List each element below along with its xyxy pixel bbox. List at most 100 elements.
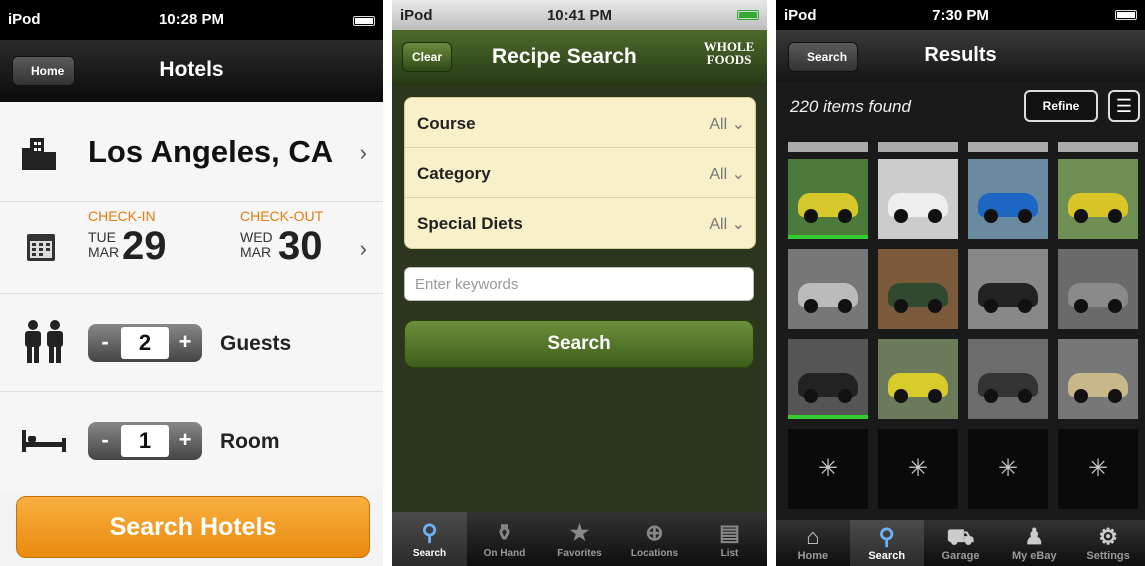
result-thumbnail[interactable] [788, 339, 868, 419]
loading-spinner-icon: ✳ [878, 429, 958, 509]
tab-settings[interactable]: ⚙ Settings [1071, 520, 1145, 566]
gear-icon: ⚙ [1098, 524, 1118, 549]
filter-course[interactable]: Course All ⌄ [405, 98, 755, 148]
car-photo [888, 373, 948, 403]
hotels-screen: iPod 10:28 PM Home Hotels Los Angeles, C… [0, 0, 383, 566]
car-photo [798, 193, 858, 223]
guests-row: - 2 + Guests [0, 294, 383, 392]
status-time: 10:28 PM [158, 11, 225, 28]
tab-bar: ⌂ Home ⚲ Search ⛟ Garage ♟ My eBay ⚙ Settings [776, 520, 1145, 566]
guests-stepper[interactable]: - 2 + [88, 324, 202, 362]
nav-bar: Clear Recipe Search WHOLE FOODS [392, 30, 767, 86]
location-row[interactable]: Los Angeles, CA › [0, 102, 383, 202]
car-photo [978, 193, 1038, 223]
car-icon: ⛟ [946, 524, 975, 549]
result-thumbnail[interactable] [968, 159, 1048, 239]
result-thumbnail[interactable] [1058, 249, 1138, 329]
guests-minus-button[interactable]: - [93, 330, 117, 356]
tab-locations[interactable]: ⊕ Locations [617, 512, 692, 566]
checkout-dow: WED [240, 229, 273, 245]
checkin-day: 29 [122, 224, 167, 268]
rooms-value: 1 [121, 425, 169, 457]
whole-foods-logo: WHOLE FOODS [703, 39, 755, 67]
page-title: Results [924, 44, 997, 66]
tab-label: List [720, 548, 739, 559]
guests-icon [25, 320, 63, 363]
building-icon [22, 138, 56, 170]
tab-label: My eBay [1011, 550, 1057, 562]
car-photo [978, 283, 1038, 313]
loading-spinner-icon: ✳ [788, 429, 868, 509]
filter-value: All [709, 116, 728, 133]
keywords-input[interactable]: Enter keywords [404, 267, 754, 301]
bed-icon [22, 430, 66, 452]
checkout-block: CHECK-OUT WED MAR 30 [240, 208, 323, 270]
status-bar: iPod 10:28 PM [0, 0, 383, 40]
result-thumbnail[interactable] [1058, 159, 1138, 239]
tab-on-hand[interactable]: ⚱ On Hand [467, 512, 542, 566]
checkin-dow: TUE [88, 229, 116, 245]
checkin-label: CHECK-IN [88, 208, 156, 224]
checkin-block: CHECK-IN TUE MAR 29 [88, 208, 167, 270]
result-thumbnail[interactable] [878, 339, 958, 419]
list-view-icon[interactable]: ☰ [1108, 90, 1140, 122]
checkout-day: 30 [278, 224, 323, 268]
chevron-down-icon: ⌄ [731, 166, 745, 183]
home-icon: ⌂ [806, 524, 820, 549]
filter-list: Course All ⌄ Category All ⌄ Special Diet… [404, 97, 756, 249]
rooms-minus-button[interactable]: - [93, 428, 117, 454]
dates-row[interactable]: CHECK-IN TUE MAR 29 CHECK-OUT WED MAR 30… [0, 202, 383, 294]
tab-search[interactable]: ⚲ Search [849, 520, 924, 566]
refine-button[interactable]: Refine [1024, 90, 1098, 122]
filter-category[interactable]: Category All ⌄ [405, 148, 755, 198]
tab-my-ebay[interactable]: ♟ My eBay [997, 520, 1071, 566]
checkin-month: MAR [88, 244, 120, 260]
tab-label: Search [412, 548, 447, 559]
result-thumbnail[interactable] [878, 159, 958, 239]
page-title: Hotels [159, 58, 224, 81]
car-photo [978, 373, 1038, 403]
chevron-down-icon: ⌄ [731, 216, 745, 233]
result-thumbnail[interactable] [878, 249, 958, 329]
result-thumbnail[interactable] [968, 339, 1048, 419]
result-thumbnail[interactable] [788, 159, 868, 239]
loading-spinner-icon: ✳ [968, 429, 1048, 509]
rooms-plus-button[interactable]: + [173, 428, 197, 454]
clear-button[interactable]: Clear [402, 42, 453, 72]
filter-label: Course [417, 114, 476, 133]
search-button[interactable]: Search [404, 320, 754, 368]
search-hotels-button[interactable]: Search Hotels [16, 496, 370, 558]
nav-bar: Search Results [776, 30, 1145, 82]
tab-garage[interactable]: ⛟ Garage [924, 520, 998, 566]
result-thumbnail-partial [1058, 142, 1138, 152]
car-photo [798, 373, 858, 403]
tab-search[interactable]: ⚲ Search [392, 512, 467, 566]
result-thumbnail-partial [968, 142, 1048, 152]
car-photo [1068, 193, 1128, 223]
tab-label: Garage [941, 550, 980, 562]
recipe-search-screen: iPod 10:41 PM Clear Recipe Search WHOLE … [392, 0, 767, 566]
tab-list[interactable]: ▤ List [692, 512, 767, 566]
result-thumbnail[interactable] [788, 249, 868, 329]
rooms-stepper[interactable]: - 1 + [88, 422, 202, 460]
person-icon: ♟ [1024, 524, 1045, 549]
result-thumbnail[interactable] [968, 249, 1048, 329]
page-title: Recipe Search [492, 45, 637, 68]
tab-label: Search [868, 550, 906, 562]
list-icon: ▤ [719, 520, 740, 545]
chevron-down-icon: ⌄ [731, 116, 745, 133]
tab-favorites[interactable]: ★ Favorites [542, 512, 617, 566]
car-photo [798, 283, 858, 313]
tab-home[interactable]: ⌂ Home [776, 520, 850, 566]
car-photo [888, 283, 948, 313]
guests-plus-button[interactable]: + [173, 330, 197, 356]
filter-value: All [709, 166, 728, 183]
result-thumbnail[interactable] [1058, 339, 1138, 419]
result-thumbnail-partial [878, 142, 958, 152]
battery-icon [1115, 10, 1137, 20]
tab-label: Settings [1086, 550, 1130, 562]
status-bar: iPod 7:30 PM [776, 0, 1145, 30]
filter-special-diets[interactable]: Special Diets All ⌄ [405, 198, 755, 248]
checkout-month: MAR [240, 244, 272, 260]
tab-label: Home [797, 550, 829, 562]
